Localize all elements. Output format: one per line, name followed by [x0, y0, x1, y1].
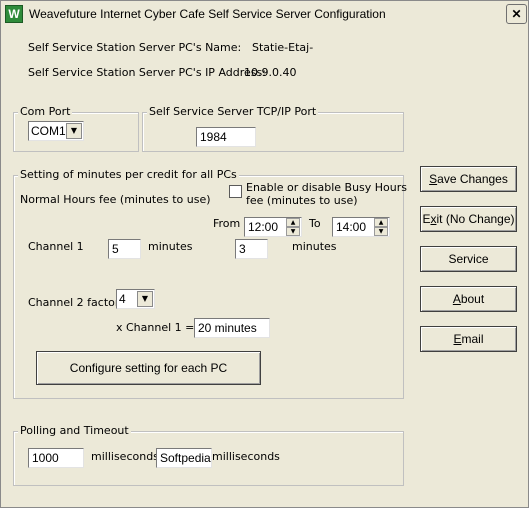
about-mnemonic: A: [452, 292, 461, 306]
polling-input[interactable]: 1000: [28, 448, 84, 468]
email-button[interactable]: Email: [420, 326, 517, 352]
configure-each-pc-button[interactable]: Configure setting for each PC: [36, 351, 261, 385]
com-port-select[interactable]: COM1 ▼: [28, 121, 84, 141]
timeout-input[interactable]: Softpedia: [156, 448, 212, 468]
chevron-down-icon[interactable]: ▼: [137, 291, 153, 307]
normal-hours-label: Normal Hours fee (minutes to use): [20, 193, 211, 206]
from-label: From: [213, 217, 241, 230]
close-button[interactable]: ✕: [506, 4, 527, 24]
app-logo-icon: W: [5, 5, 23, 23]
channel2-formula-label: x Channel 1 =: [116, 321, 195, 334]
about-label-rest: bout: [460, 292, 485, 306]
spin-down-icon[interactable]: ▼: [286, 227, 300, 236]
channel2-result: 20 minutes: [194, 318, 270, 338]
save-changes-button[interactable]: Save Changes: [420, 166, 517, 192]
service-button[interactable]: Service: [420, 246, 517, 272]
server-name-value: Statie-Etaj-: [252, 41, 314, 54]
exit-no-change-button[interactable]: Exit (No Change): [420, 206, 517, 232]
channel1-unit-label: minutes: [148, 240, 193, 253]
email-label-rest: mail: [461, 332, 484, 346]
channel1-label: Channel 1: [28, 240, 84, 253]
save-mnemonic: S: [429, 172, 438, 186]
tcp-port-group: [142, 112, 404, 152]
spin-up-icon[interactable]: ▲: [286, 218, 300, 227]
com-port-selected-value: COM1: [31, 124, 66, 138]
polling-unit-label: milliseconds: [91, 450, 159, 463]
busy-hours-label-line2: fee (minutes to use): [246, 194, 358, 207]
exit-label-rest: it (No Change): [436, 212, 515, 226]
com-port-group-title: Com Port: [18, 105, 73, 118]
save-label-rest: ave Changes: [437, 172, 508, 186]
config-window: W Weavefuture Internet Cyber Cafe Self S…: [0, 0, 529, 508]
busy-unit-label: minutes: [292, 240, 337, 253]
from-time-spinner[interactable]: 12:00 ▲ ▼: [244, 217, 302, 237]
spin-up-icon[interactable]: ▲: [374, 218, 388, 227]
spin-down-icon[interactable]: ▼: [374, 227, 388, 236]
channel2-factor-select[interactable]: 4 ▼: [116, 289, 155, 309]
busy-minutes-input[interactable]: 3: [235, 239, 268, 259]
about-button[interactable]: About: [420, 286, 517, 312]
server-ip-value: 10.9.0.40: [244, 66, 297, 79]
timeout-unit-label: milliseconds: [212, 450, 280, 463]
polling-timeout-group-title: Polling and Timeout: [18, 424, 131, 437]
channel2-factor-value: 4: [119, 292, 126, 306]
to-label: To: [309, 217, 321, 230]
channel2-label: Channel 2 factor: [28, 296, 120, 309]
email-mnemonic: E: [453, 332, 462, 346]
channel1-minutes-input[interactable]: 5: [108, 239, 141, 259]
tcp-port-input[interactable]: 1984: [196, 127, 256, 147]
tcp-port-group-title: Self Service Server TCP/IP Port: [147, 105, 319, 118]
busy-hours-checkbox[interactable]: [229, 185, 242, 198]
minutes-settings-group-title: Setting of minutes per credit for all PC…: [18, 168, 239, 181]
busy-hours-label-line1: Enable or disable Busy Hours: [246, 181, 408, 194]
title-bar[interactable]: W Weavefuture Internet Cyber Cafe Self S…: [1, 1, 528, 27]
window-title: Weavefuture Internet Cyber Cafe Self Ser…: [29, 7, 386, 21]
to-time-spinner[interactable]: 14:00 ▲ ▼: [332, 217, 390, 237]
chevron-down-icon[interactable]: ▼: [66, 123, 82, 139]
server-ip-label: Self Service Station Server PC's IP Addr…: [28, 66, 266, 79]
server-name-label: Self Service Station Server PC's Name:: [28, 41, 242, 54]
